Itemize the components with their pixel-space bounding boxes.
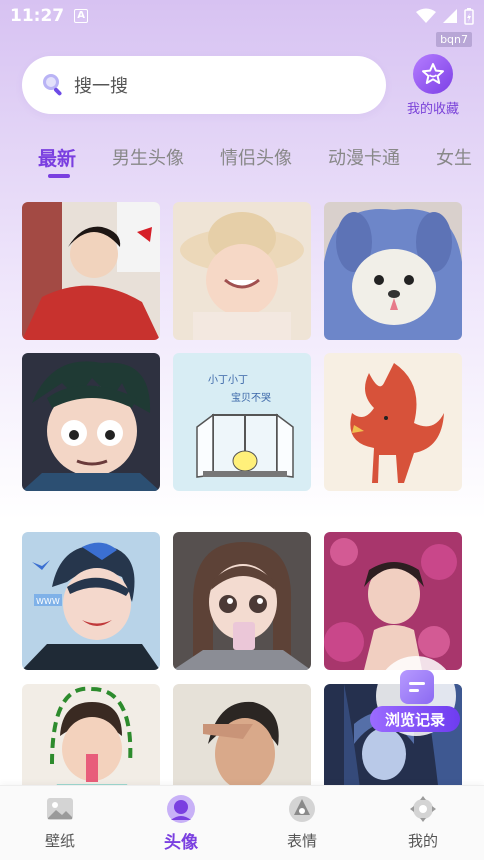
avatar-tile[interactable] [22, 353, 160, 491]
avatar-tile[interactable] [22, 202, 160, 340]
nav-emoji-label: 表情 [286, 832, 317, 850]
star-icon [413, 54, 453, 94]
signal-icon [443, 9, 457, 23]
status-icons [416, 7, 474, 25]
girl-red-sweater-photo [22, 202, 160, 340]
search-placeholder: 搜一搜 [74, 76, 128, 97]
toddler-sunhat-photo [173, 202, 311, 340]
nav-profile[interactable]: 我的 [383, 794, 463, 851]
avatar-tile[interactable] [324, 532, 462, 670]
nav-avatar[interactable]: 头像 [141, 794, 221, 853]
avatar-tile[interactable] [173, 532, 311, 670]
wifi-icon [416, 8, 436, 23]
nav-avatar-label: 头像 [164, 833, 198, 853]
avatar-tile[interactable] [173, 202, 311, 340]
status-time: 11:27 [10, 6, 65, 26]
history-document-icon [400, 670, 434, 704]
anime-boy-blue-hair: WWW [22, 532, 160, 670]
browse-history-label: 浏览记录 [370, 706, 460, 732]
favorites-button[interactable]: 我的收藏 [400, 54, 466, 117]
anime-boy-green-hair [22, 353, 160, 491]
battery-icon [464, 7, 474, 25]
emoji-icon [262, 794, 342, 824]
nav-profile-label: 我的 [407, 832, 438, 850]
tab-couple-avatar[interactable]: 情侣头像 [220, 144, 292, 170]
status-bar: 11:27 A [0, 0, 484, 32]
avatar-tile[interactable] [324, 202, 462, 340]
nav-wallpaper[interactable]: 壁纸 [20, 794, 100, 851]
category-tabs: 最新 男生头像 情侣头像 动漫卡通 女生 [0, 138, 484, 182]
watercolor-fox [324, 353, 462, 491]
wallpaper-icon [20, 794, 100, 824]
search-icon [43, 74, 62, 96]
stitch-costume-dog-photo [324, 202, 462, 340]
tile-wwww: WWW [36, 597, 60, 606]
nav-wallpaper-label: 壁纸 [44, 832, 75, 850]
tab-male-avatar[interactable]: 男生头像 [112, 144, 184, 170]
bottom-navigation: 壁纸 头像 表情 我的 [0, 785, 484, 860]
profile-icon [383, 794, 463, 824]
avatar-tile[interactable] [324, 353, 462, 491]
avatar-tile[interactable]: WWW [22, 532, 160, 670]
search-bar[interactable]: 搜一搜 [22, 56, 386, 114]
browse-history-button[interactable]: 浏览记录 [370, 656, 460, 736]
tile-caption-2: 宝贝不哭 [231, 391, 271, 404]
nav-emoji[interactable]: 表情 [262, 794, 342, 851]
a-notification-icon: A [74, 9, 89, 23]
active-tab-indicator [48, 174, 70, 178]
avatar-tile[interactable]: 小丁小丁 宝贝不哭 [173, 353, 311, 491]
avatar-icon [141, 794, 221, 824]
tab-latest[interactable]: 最新 [38, 144, 76, 171]
tile-caption-1: 小丁小丁 [208, 374, 248, 386]
cartoon-window-chick: 小丁小丁 宝贝不哭 [173, 353, 311, 491]
girl-pink-flowers-photo [324, 532, 462, 670]
anime-girl-drinking [173, 532, 311, 670]
debug-tag: bqn7 [436, 32, 472, 47]
tab-anime-cartoon[interactable]: 动漫卡通 [328, 144, 400, 170]
tab-female[interactable]: 女生 [436, 144, 472, 170]
favorites-label: 我的收藏 [406, 102, 459, 117]
